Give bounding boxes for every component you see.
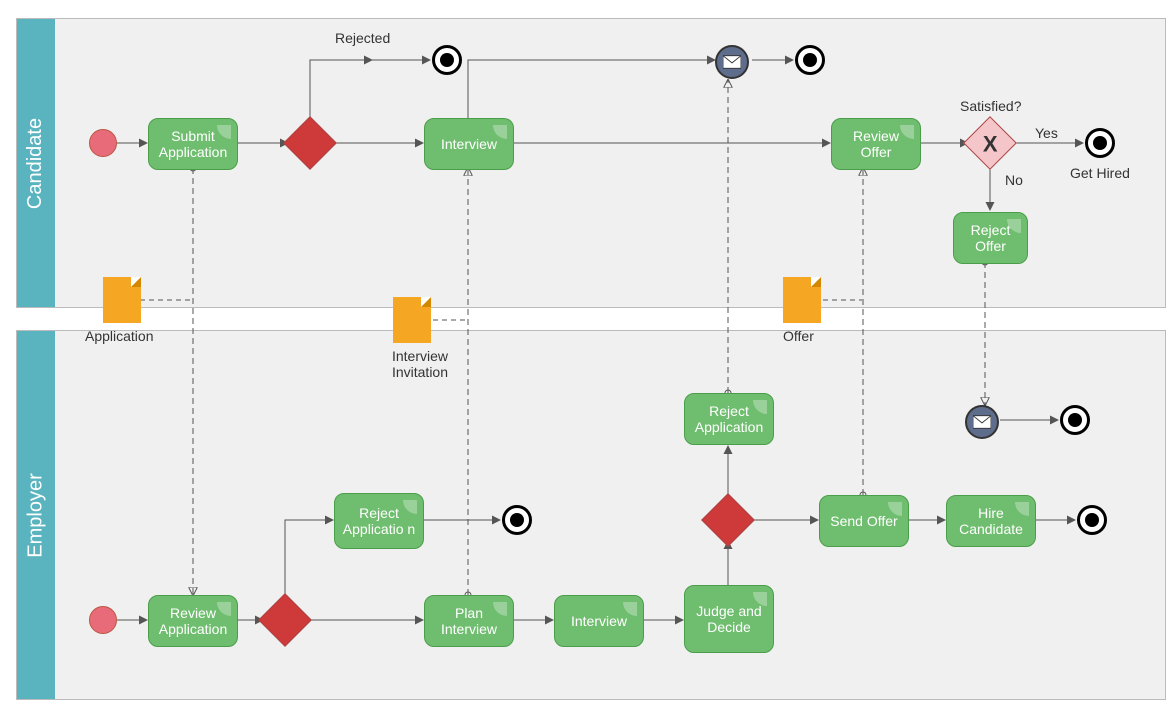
start-event-candidate[interactable] bbox=[89, 129, 117, 157]
label-get-hired: Get Hired bbox=[1070, 165, 1130, 181]
label-offer: Offer bbox=[783, 328, 814, 344]
gateway-x-icon: X bbox=[983, 132, 998, 158]
task-submit-application[interactable]: Submit Application bbox=[148, 118, 238, 170]
lane-text: Candidate bbox=[25, 117, 48, 208]
label-no: No bbox=[1005, 172, 1023, 188]
data-object-application[interactable] bbox=[103, 277, 141, 323]
label-invitation: Interview Invitation bbox=[380, 348, 460, 380]
label-application: Application bbox=[85, 328, 154, 344]
task-reject-offer[interactable]: Reject Offer bbox=[953, 212, 1028, 264]
lane-text: Employer bbox=[25, 473, 48, 557]
message-event-employer[interactable] bbox=[965, 405, 999, 439]
task-interview-candidate[interactable]: Interview bbox=[424, 118, 514, 170]
label-rejected: Rejected bbox=[335, 30, 390, 46]
label-yes: Yes bbox=[1035, 125, 1058, 141]
task-plan-interview[interactable]: Plan Interview bbox=[424, 595, 514, 647]
lane-label-candidate: Candidate bbox=[17, 19, 55, 307]
lane-label-employer: Employer bbox=[17, 331, 55, 699]
end-event-employer-2[interactable] bbox=[1077, 505, 1107, 535]
end-event-employer-3[interactable] bbox=[1060, 405, 1090, 435]
task-hire-candidate[interactable]: Hire Candidate bbox=[946, 495, 1036, 547]
task-interview-employer[interactable]: Interview bbox=[554, 595, 644, 647]
task-judge-decide[interactable]: Judge and Decide bbox=[684, 585, 774, 653]
task-reject-application-2[interactable]: Reject Application bbox=[684, 393, 774, 445]
task-reject-application-1[interactable]: Reject Applicatio n bbox=[334, 493, 424, 549]
message-event-candidate[interactable] bbox=[715, 45, 749, 79]
end-event-hired[interactable] bbox=[1085, 128, 1115, 158]
data-object-offer[interactable] bbox=[783, 277, 821, 323]
start-event-employer[interactable] bbox=[89, 606, 117, 634]
end-event-rejected[interactable] bbox=[432, 45, 462, 75]
task-send-offer[interactable]: Send Offer bbox=[819, 495, 909, 547]
end-event-candidate-2[interactable] bbox=[795, 45, 825, 75]
data-object-invitation[interactable] bbox=[393, 297, 431, 343]
task-review-application[interactable]: Review Application bbox=[148, 595, 238, 647]
task-review-offer[interactable]: Review Offer bbox=[831, 118, 921, 170]
label-satisfied: Satisfied? bbox=[960, 98, 1021, 114]
end-event-employer-1[interactable] bbox=[502, 505, 532, 535]
